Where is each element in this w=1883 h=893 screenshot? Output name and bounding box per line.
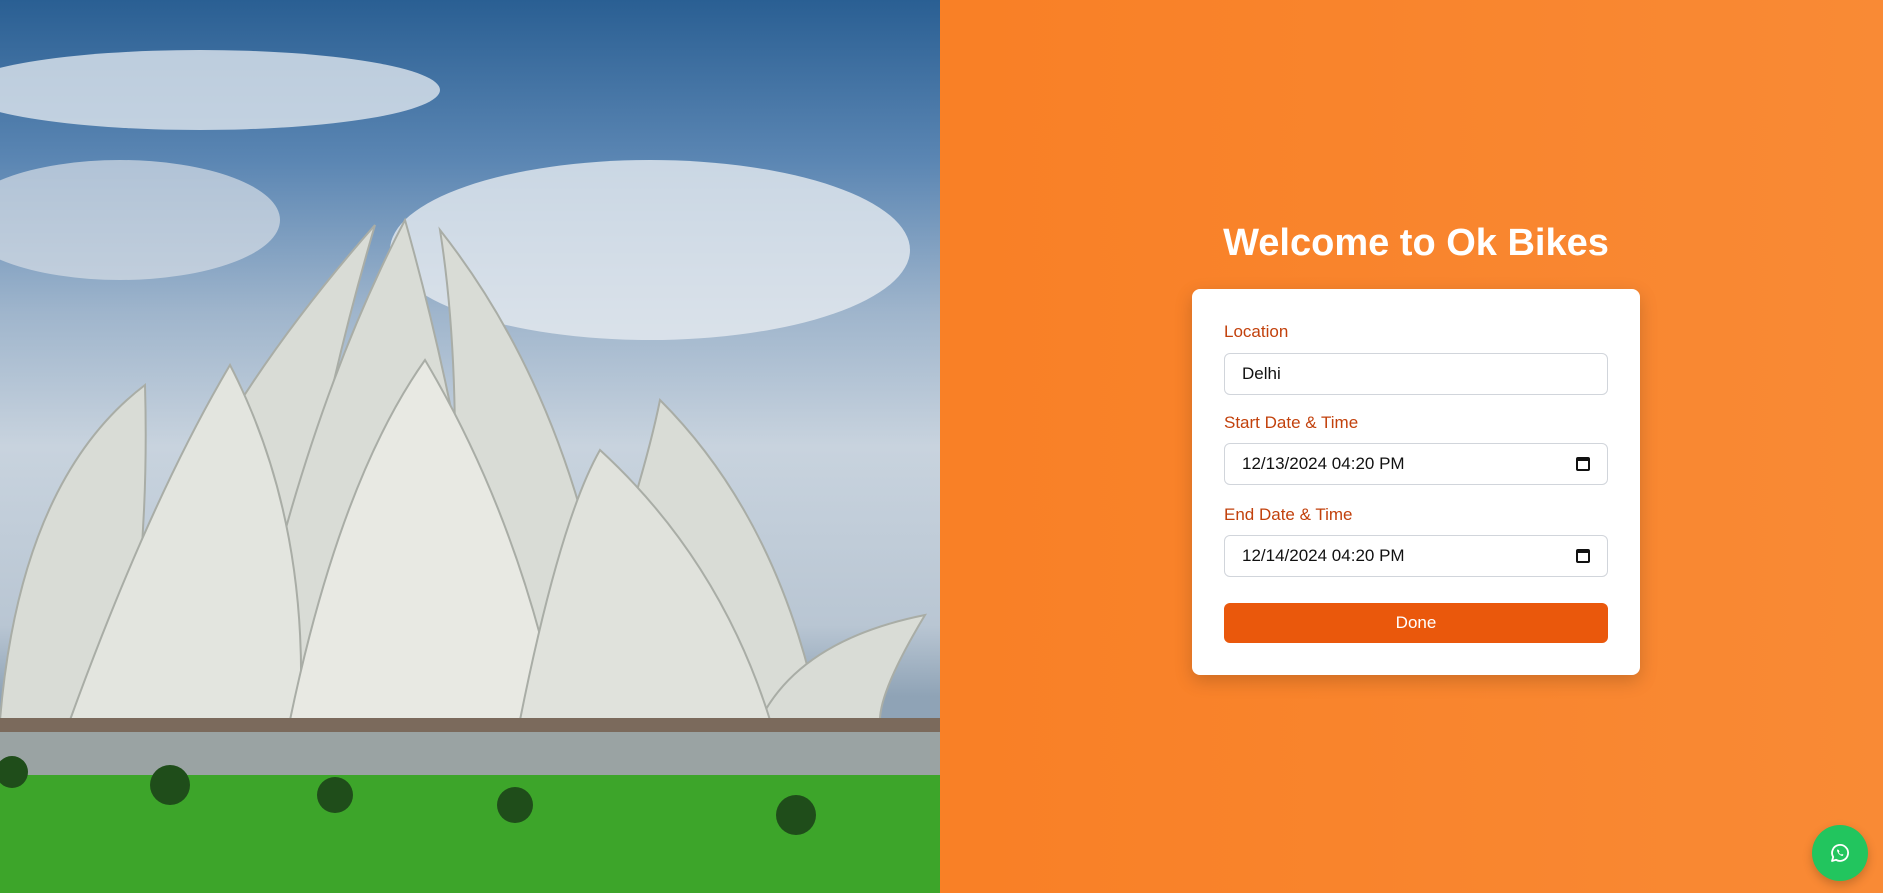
start-datetime-label: Start Date & Time bbox=[1224, 413, 1359, 432]
done-button[interactable]: Done bbox=[1224, 603, 1608, 643]
booking-form: Location Delhi Start Date & Time 12/13/2… bbox=[1192, 289, 1640, 675]
whatsapp-button[interactable] bbox=[1812, 825, 1868, 881]
location-label: Location bbox=[1224, 322, 1289, 341]
calendar-icon[interactable] bbox=[1576, 457, 1590, 471]
calendar-icon[interactable] bbox=[1576, 549, 1590, 563]
end-datetime-value: 12/14/2024 04:20 PM bbox=[1242, 546, 1405, 565]
page-title: Welcome to Ok Bikes bbox=[1223, 222, 1609, 264]
end-datetime-label: End Date & Time bbox=[1224, 505, 1353, 524]
start-datetime-input[interactable]: 12/13/2024 04:20 PM bbox=[1224, 443, 1608, 485]
whatsapp-icon bbox=[1831, 844, 1849, 862]
start-datetime-value: 12/13/2024 04:20 PM bbox=[1242, 454, 1405, 473]
location-value: Delhi bbox=[1242, 364, 1281, 383]
hero-image-lotus-temple bbox=[0, 0, 940, 893]
location-input[interactable]: Delhi bbox=[1224, 353, 1608, 395]
end-datetime-input[interactable]: 12/14/2024 04:20 PM bbox=[1224, 535, 1608, 577]
